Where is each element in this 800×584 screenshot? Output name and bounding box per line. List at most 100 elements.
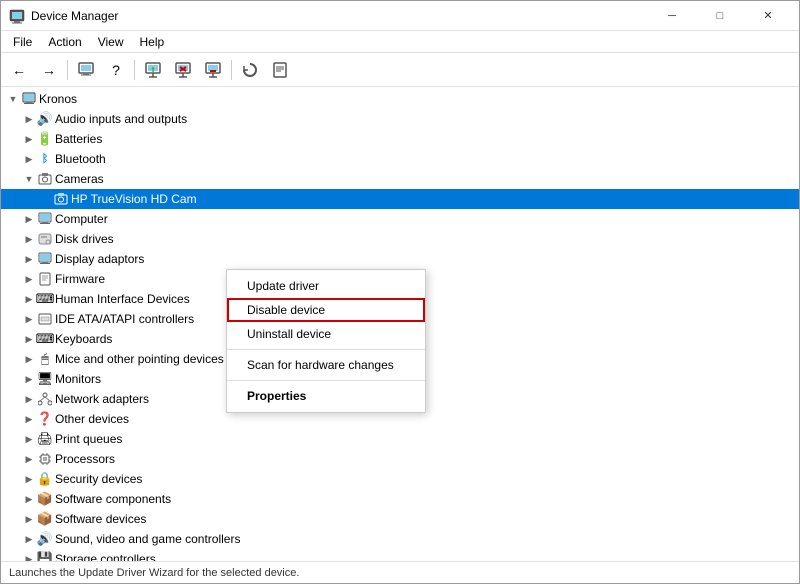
window-title: Device Manager — [31, 9, 649, 23]
list-item[interactable]: ▶ 📦 Software components — [1, 489, 799, 509]
expand-swdev[interactable]: ▶ — [21, 511, 37, 527]
proc-icon — [37, 451, 53, 467]
hid-label: Human Interface Devices — [55, 292, 190, 306]
expand-cameras[interactable]: ▼ — [21, 171, 37, 187]
firmware-label: Firmware — [55, 272, 105, 286]
context-sep-1 — [227, 349, 425, 350]
context-scan-changes[interactable]: Scan for hardware changes — [227, 353, 425, 377]
disk-label: Disk drives — [55, 232, 114, 246]
expand-mice[interactable]: ▶ — [21, 351, 37, 367]
expand-proc[interactable]: ▶ — [21, 451, 37, 467]
computer-label: Computer — [55, 212, 108, 226]
expand-bluetooth[interactable]: ▶ — [21, 151, 37, 167]
ide-icon — [37, 311, 53, 327]
storage-icon: 💾 — [37, 551, 53, 561]
status-text: Launches the Update Driver Wizard for th… — [9, 567, 299, 579]
sound-icon: 🔊 — [37, 531, 53, 547]
firmware-icon — [37, 271, 53, 287]
storage-label: Storage controllers — [55, 552, 156, 561]
context-sep-2 — [227, 380, 425, 381]
list-item[interactable]: HP TrueVision HD Cam — [1, 189, 799, 209]
display-label: Display adaptors — [55, 252, 144, 266]
context-uninstall-device[interactable]: Uninstall device — [227, 322, 425, 346]
expand-keyboards[interactable]: ▶ — [21, 331, 37, 347]
menu-help[interactable]: Help — [132, 33, 173, 51]
toolbar-scan[interactable] — [236, 57, 264, 83]
device-tree[interactable]: ▼ Kronos ▶ 🔊 Audio inputs and outputs ▶ … — [1, 87, 799, 561]
list-item[interactable]: ▶ Disk drives — [1, 229, 799, 249]
expand-other[interactable]: ▶ — [21, 411, 37, 427]
list-item[interactable]: ▶ 🔊 Audio inputs and outputs — [1, 109, 799, 129]
context-disable-device[interactable]: Disable device — [227, 298, 425, 322]
expand-sound[interactable]: ▶ — [21, 531, 37, 547]
list-item[interactable]: ▶ 🖨 Print queues — [1, 429, 799, 449]
print-label: Print queues — [55, 432, 122, 446]
window-icon — [9, 8, 25, 24]
network-label: Network adapters — [55, 392, 149, 406]
list-item[interactable]: ▶ 🔊 Sound, video and game controllers — [1, 529, 799, 549]
cameras-icon — [37, 171, 53, 187]
toolbar-sep-2 — [134, 60, 135, 80]
keyboards-label: Keyboards — [55, 332, 112, 346]
mice-label: Mice and other pointing devices — [55, 352, 224, 366]
security-icon: 🔒 — [37, 471, 53, 487]
toolbar-forward[interactable]: → — [35, 57, 63, 83]
list-item[interactable]: ▶ 💾 Storage controllers — [1, 549, 799, 561]
expand-storage[interactable]: ▶ — [21, 551, 37, 561]
toolbar-computer[interactable] — [72, 57, 100, 83]
hid-icon: ⌨ — [37, 291, 53, 307]
expand-hid[interactable]: ▶ — [21, 291, 37, 307]
expand-disk[interactable]: ▶ — [21, 231, 37, 247]
toolbar-properties[interactable] — [266, 57, 294, 83]
monitors-icon: 🖥 — [37, 371, 53, 387]
monitors-label: Monitors — [55, 372, 101, 386]
expand-display[interactable]: ▶ — [21, 251, 37, 267]
expand-network[interactable]: ▶ — [21, 391, 37, 407]
list-item[interactable]: ▶ ᛒ Bluetooth — [1, 149, 799, 169]
toolbar-uninstall[interactable] — [199, 57, 227, 83]
close-button[interactable]: ✕ — [745, 1, 791, 31]
security-label: Security devices — [55, 472, 142, 486]
batteries-icon: 🔋 — [37, 131, 53, 147]
toolbar: ← → ? — [1, 53, 799, 87]
expand-firmware[interactable]: ▶ — [21, 271, 37, 287]
toolbar-back[interactable]: ← — [5, 57, 33, 83]
computer-icon — [37, 211, 53, 227]
main-content: ▼ Kronos ▶ 🔊 Audio inputs and outputs ▶ … — [1, 87, 799, 561]
expand-security[interactable]: ▶ — [21, 471, 37, 487]
toolbar-disable[interactable] — [169, 57, 197, 83]
menu-action[interactable]: Action — [40, 33, 89, 51]
context-properties[interactable]: Properties — [227, 384, 425, 408]
expand-root[interactable]: ▼ — [5, 91, 21, 107]
expand-swcomp[interactable]: ▶ — [21, 491, 37, 507]
mice-icon: 🖱 — [37, 351, 53, 367]
list-item[interactable]: ▶ 📦 Software devices — [1, 509, 799, 529]
expand-ide[interactable]: ▶ — [21, 311, 37, 327]
expand-print[interactable]: ▶ — [21, 431, 37, 447]
tree-root[interactable]: ▼ Kronos — [1, 89, 799, 109]
expand-monitors[interactable]: ▶ — [21, 371, 37, 387]
menu-file[interactable]: File — [5, 33, 40, 51]
toolbar-update-driver[interactable] — [139, 57, 167, 83]
list-item[interactable]: ▶ Processors — [1, 449, 799, 469]
status-bar: Launches the Update Driver Wizard for th… — [1, 561, 799, 583]
batteries-label: Batteries — [55, 132, 102, 146]
maximize-button[interactable]: □ — [697, 1, 743, 31]
display-icon — [37, 251, 53, 267]
context-update-driver[interactable]: Update driver — [227, 274, 425, 298]
toolbar-help[interactable]: ? — [102, 57, 130, 83]
expand-audio[interactable]: ▶ — [21, 111, 37, 127]
list-item[interactable]: ▶ 🔒 Security devices — [1, 469, 799, 489]
minimize-button[interactable]: ─ — [649, 1, 695, 31]
swcomp-icon: 📦 — [37, 491, 53, 507]
hpcam-icon — [53, 191, 69, 207]
expand-batteries[interactable]: ▶ — [21, 131, 37, 147]
list-item[interactable]: ▶ Display adaptors — [1, 249, 799, 269]
swdev-icon: 📦 — [37, 511, 53, 527]
menu-view[interactable]: View — [90, 33, 132, 51]
list-item[interactable]: ▶ 🔋 Batteries — [1, 129, 799, 149]
list-item[interactable]: ▶ Computer — [1, 209, 799, 229]
expand-computer[interactable]: ▶ — [21, 211, 37, 227]
proc-label: Processors — [55, 452, 115, 466]
list-item[interactable]: ▼ Cameras — [1, 169, 799, 189]
